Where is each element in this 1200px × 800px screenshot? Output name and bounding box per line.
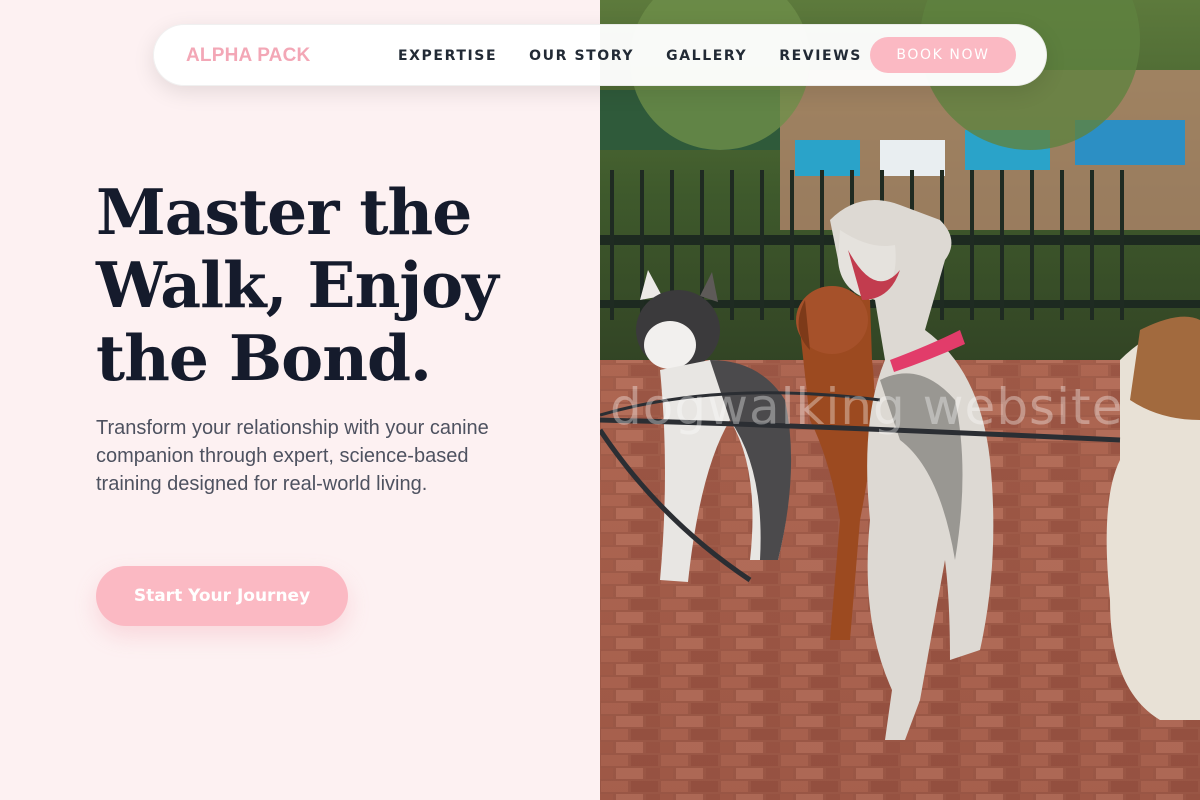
start-journey-button[interactable]: Start Your Journey [96,566,348,626]
hero-subtitle: Transform your relationship with your ca… [96,417,489,495]
image-watermark: dogwalking website [610,378,1124,436]
hero-title-line: the Bond. [96,321,432,395]
nav-links: EXPERTISE OUR STORY GALLERY REVIEWS [398,25,894,87]
nav-link-reviews[interactable]: REVIEWS [779,48,862,64]
brand-logo[interactable]: ALPHA PACK [186,25,310,87]
top-navigation: ALPHA PACK EXPERTISE OUR STORY GALLERY R… [153,24,1047,86]
nav-link-our-story[interactable]: OUR STORY [529,48,634,64]
nav-link-expertise[interactable]: EXPERTISE [398,48,497,64]
book-now-button[interactable]: BOOK NOW [870,37,1016,73]
hero-photo: dogwalking website [600,0,1200,800]
hero-left-panel [0,0,600,800]
hero-title-line: Walk, Enjoy [96,248,499,322]
hero-title: Master the Walk, Enjoy the Bond. [96,176,566,395]
hero-title-line: Master the [96,175,472,249]
nav-link-gallery[interactable]: GALLERY [666,48,747,64]
